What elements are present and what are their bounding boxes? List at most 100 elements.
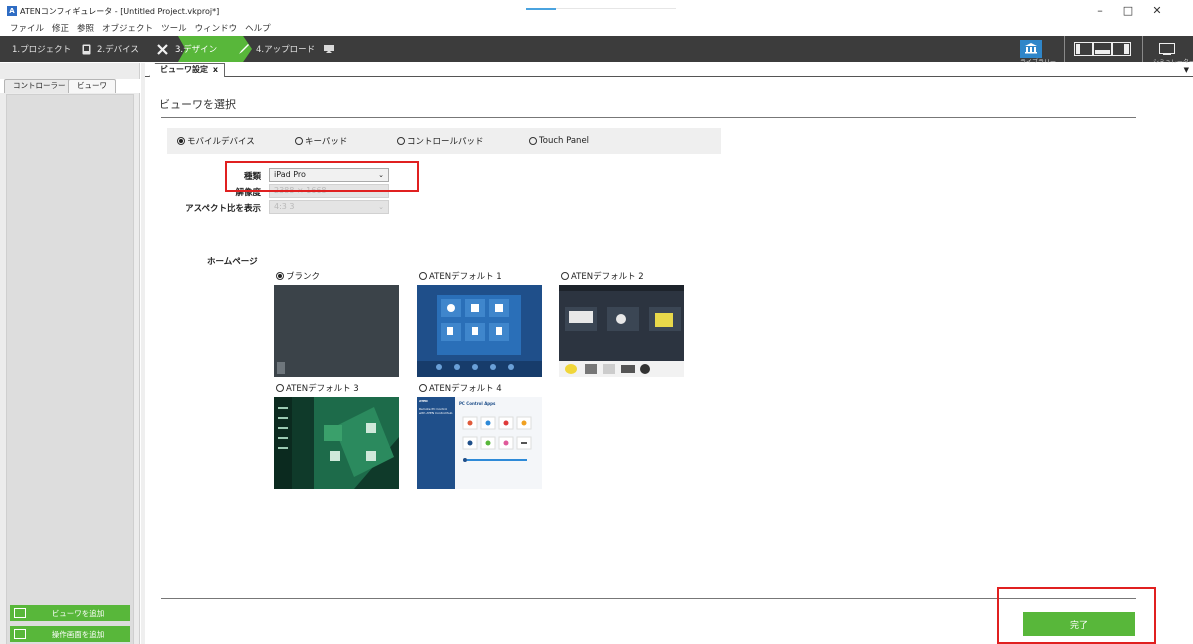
template-default3-preview <box>274 397 399 489</box>
menu-bar: ファイル 修正 参照 オブジェクト ツール ウィンドウ ヘルプ <box>0 22 1193 36</box>
menu-edit[interactable]: 修正 <box>52 22 69 36</box>
add-viewer-label: ビューワを追加 <box>51 608 105 618</box>
menu-help[interactable]: ヘルプ <box>245 22 271 36</box>
step-upload-label: 4.アップロード <box>256 45 316 55</box>
tab-viewer[interactable]: ビューワ <box>68 79 116 93</box>
step-design-label: 3.デザイン <box>175 45 218 55</box>
chevron-down-icon: ⌄ <box>378 203 384 211</box>
library-button[interactable] <box>1020 40 1042 58</box>
menu-tools[interactable]: ツール <box>161 22 187 36</box>
radio-touch-panel-label: Touch Panel <box>539 136 590 146</box>
ribbon-divider-2 <box>1142 36 1143 62</box>
radio-selected-icon <box>276 272 284 280</box>
highlight-box-done <box>997 587 1156 644</box>
tools-icon <box>156 43 169 56</box>
homepage-label: ホームページ <box>207 257 258 267</box>
step-project[interactable]: 1.プロジェクト <box>12 36 71 62</box>
template-blank-thumbnail[interactable] <box>274 285 399 377</box>
template-default2-label: ATENデフォルト 2 <box>571 272 644 282</box>
template-blank-radio[interactable]: ブランク <box>276 270 320 282</box>
library-icon <box>1024 42 1038 57</box>
radio-empty-icon <box>397 137 405 145</box>
template-default4-label: ATENデフォルト 4 <box>429 384 502 394</box>
step-device-label: 2.デバイス <box>97 45 139 55</box>
radio-empty-icon <box>561 272 569 280</box>
device-icon <box>82 44 91 55</box>
tab-viewer-settings-label: ビューワ設定 <box>160 65 208 74</box>
divider-top <box>161 117 1136 118</box>
title-accent-line <box>526 8 556 10</box>
radio-control-pad[interactable]: コントロールパッド <box>397 128 484 154</box>
layout-panels-icon <box>1074 42 1131 56</box>
tab-list-dropdown-icon[interactable]: ▼ <box>1184 66 1189 74</box>
template-default4-preview <box>462 416 532 462</box>
step-project-label: 1.プロジェクト <box>12 45 72 55</box>
tab-close-icon[interactable]: x <box>213 64 218 76</box>
template-default4-radio[interactable]: ATENデフォルト 4 <box>419 382 502 394</box>
highlight-box-type <box>225 161 419 192</box>
window-title: ATENコンフィギュレータ - [Untitled Project.vkproj… <box>20 7 220 16</box>
menu-window[interactable]: ウィンドウ <box>195 22 238 36</box>
radio-empty-icon <box>295 137 303 145</box>
radio-keypad[interactable]: キーパッド <box>295 128 347 154</box>
document-tab-strip: ビューワ設定 x ▼ <box>145 63 1193 77</box>
divider-bottom <box>161 598 1136 599</box>
radio-mobile-device-label: モバイルデバイス <box>187 137 255 147</box>
brush-icon <box>238 43 250 55</box>
template-default4-thumbnail[interactable]: ATEN Remote PC Control with ATEN Control… <box>417 397 542 489</box>
radio-empty-icon <box>419 384 427 392</box>
radio-keypad-label: キーパッド <box>305 137 348 147</box>
title-accent-line-2 <box>556 8 676 9</box>
ribbon-divider <box>1064 36 1065 62</box>
aspect-ratio-select: 4:3 3 ⌄ <box>269 200 389 214</box>
viewer-settings-panel: ビューワを選択 モバイルデバイス キーパッド コントロールパッド Touch P… <box>145 78 1193 644</box>
aspect-ratio-label: アスペクト比を表示 <box>185 204 261 214</box>
radio-mobile-device[interactable]: モバイルデバイス <box>177 128 255 154</box>
left-panel-content <box>6 94 134 644</box>
step-design[interactable]: 3.デザイン <box>156 36 217 62</box>
tab-controller[interactable]: コントローラー <box>4 79 75 93</box>
step-upload[interactable]: 4.アップロード <box>238 36 341 62</box>
simulator-icon <box>1159 43 1175 55</box>
tab-viewer-settings[interactable]: ビューワ設定 x <box>149 63 225 77</box>
template-default1-radio[interactable]: ATENデフォルト 1 <box>419 270 502 282</box>
layout-toggle-buttons[interactable] <box>1074 40 1132 58</box>
minimize-button[interactable]: – <box>1090 3 1110 19</box>
template-default1-thumbnail[interactable] <box>417 285 542 377</box>
radio-empty-icon <box>419 272 427 280</box>
add-screen-icon <box>14 629 26 639</box>
template-default3-label: ATENデフォルト 3 <box>286 384 359 394</box>
radio-touch-panel[interactable]: Touch Panel <box>529 128 589 154</box>
step-device[interactable]: 2.デバイス <box>82 36 139 62</box>
template-default1-label: ATENデフォルト 1 <box>429 272 502 282</box>
template-default1-preview <box>417 295 542 377</box>
add-viewer-button[interactable]: ビューワを追加 <box>10 605 130 621</box>
template-blank-label: ブランク <box>286 272 321 282</box>
radio-empty-icon <box>529 137 537 145</box>
title-bar: A ATENコンフィギュレータ - [Untitled Project.vkpr… <box>0 0 1193 22</box>
upload-icon <box>323 43 335 55</box>
radio-control-pad-label: コントロールパッド <box>407 137 484 147</box>
add-control-screen-button[interactable]: 操作画面を追加 <box>10 626 130 642</box>
app-logo-icon: A <box>7 6 17 16</box>
left-panel-tabs: コントローラー ビューワ <box>0 79 140 93</box>
aspect-ratio-value: 4:3 3 <box>274 202 295 211</box>
template-default3-radio[interactable]: ATENデフォルト 3 <box>276 382 359 394</box>
template-default2-thumbnail[interactable] <box>559 285 684 377</box>
home-icon <box>277 362 285 374</box>
page-title: ビューワを選択 <box>159 98 236 111</box>
device-type-radio-group: モバイルデバイス キーパッド コントロールパッド Touch Panel <box>167 128 721 154</box>
template-default2-radio[interactable]: ATENデフォルト 2 <box>561 270 644 282</box>
menu-object[interactable]: オブジェクト <box>102 22 153 36</box>
template-default2-preview <box>559 285 684 377</box>
radio-empty-icon <box>276 384 284 392</box>
left-panel: コントローラー ビューワ ビューワを追加 操作画面を追加 <box>0 63 140 644</box>
menu-view[interactable]: 参照 <box>77 22 94 36</box>
app-window: A ATENコンフィギュレータ - [Untitled Project.vkpr… <box>0 0 1193 644</box>
close-button[interactable]: ✕ <box>1147 3 1167 19</box>
maximize-button[interactable]: □ <box>1118 3 1138 19</box>
menu-file[interactable]: ファイル <box>10 22 44 36</box>
add-viewer-icon <box>14 608 26 618</box>
simulator-button[interactable] <box>1156 40 1178 58</box>
template-default3-thumbnail[interactable] <box>274 397 399 489</box>
